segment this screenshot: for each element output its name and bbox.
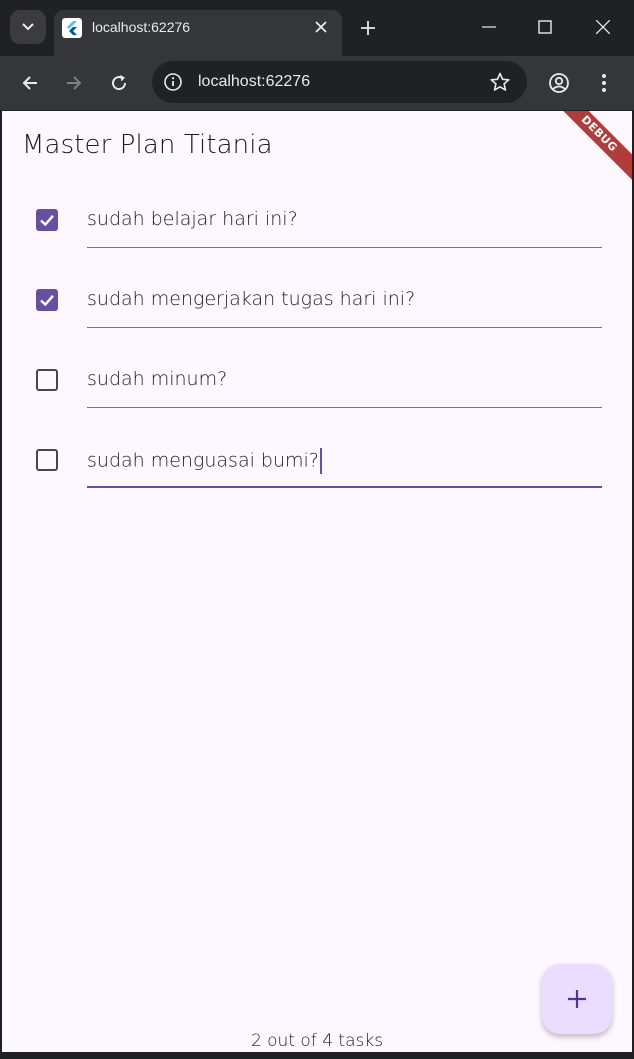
os-taskbar-edge xyxy=(0,1052,634,1059)
bookmark-star-icon[interactable] xyxy=(489,71,511,93)
flutter-app: Master Plan Titania DEBUG sudah belajar … xyxy=(2,111,632,1059)
task-checkbox-checked[interactable] xyxy=(36,289,58,311)
chevron-down-icon xyxy=(22,23,34,31)
more-menu-icon[interactable] xyxy=(590,69,618,97)
task-checkbox-unchecked[interactable] xyxy=(36,369,58,391)
task-text: sudah mengerjakan tugas hari ini? xyxy=(87,288,416,310)
site-info-icon[interactable] xyxy=(162,71,184,93)
task-text: sudah menguasai bumi? xyxy=(87,449,319,472)
profile-icon[interactable] xyxy=(545,69,573,97)
checkmark-icon xyxy=(40,215,54,227)
task-item: sudah menguasai bumi? xyxy=(2,421,632,501)
task-checkbox-unchecked[interactable] xyxy=(36,449,58,471)
add-task-button[interactable] xyxy=(542,964,612,1034)
maximize-icon[interactable] xyxy=(530,12,560,42)
task-checkbox-checked[interactable] xyxy=(36,209,58,231)
browser-tab[interactable]: localhost:62276 xyxy=(54,10,342,56)
task-progress-text: 2 out of 4 tasks xyxy=(250,1031,384,1051)
close-window-icon[interactable] xyxy=(588,12,618,42)
tab-close-icon[interactable] xyxy=(310,16,332,38)
task-text-field[interactable]: sudah mengerjakan tugas hari ini? xyxy=(87,288,602,328)
checkmark-icon xyxy=(40,295,54,307)
page-title: Master Plan Titania xyxy=(22,130,273,160)
browser-tab-strip: localhost:62276 xyxy=(0,0,634,56)
browser-toolbar: localhost:62276 xyxy=(0,56,634,110)
new-tab-plus-icon[interactable] xyxy=(356,16,380,40)
task-text-field[interactable]: sudah minum? xyxy=(87,368,602,408)
back-arrow-icon[interactable] xyxy=(16,69,44,97)
tab-search-button[interactable] xyxy=(10,10,46,44)
task-text-field[interactable]: sudah belajar hari ini? xyxy=(87,208,602,248)
task-text: sudah belajar hari ini? xyxy=(87,208,298,230)
task-item: sudah minum? xyxy=(2,341,632,421)
address-bar[interactable]: localhost:62276 xyxy=(152,61,527,103)
minimize-icon[interactable] xyxy=(474,12,504,42)
flutter-favicon-icon xyxy=(62,18,82,38)
task-text-with-cursor: sudah menguasai bumi? xyxy=(87,448,322,474)
task-text: sudah minum? xyxy=(87,368,228,390)
task-text-field-focused[interactable]: sudah menguasai bumi? xyxy=(87,448,602,488)
url-text: localhost:62276 xyxy=(198,73,311,90)
task-item: sudah belajar hari ini? xyxy=(2,181,632,261)
text-cursor xyxy=(319,448,322,474)
reload-icon[interactable] xyxy=(105,69,133,97)
forward-arrow-icon[interactable] xyxy=(60,69,88,97)
plus-icon xyxy=(568,990,586,1008)
debug-banner: DEBUG xyxy=(546,111,632,187)
tab-title: localhost:62276 xyxy=(92,19,191,35)
task-item: sudah mengerjakan tugas hari ini? xyxy=(2,261,632,341)
